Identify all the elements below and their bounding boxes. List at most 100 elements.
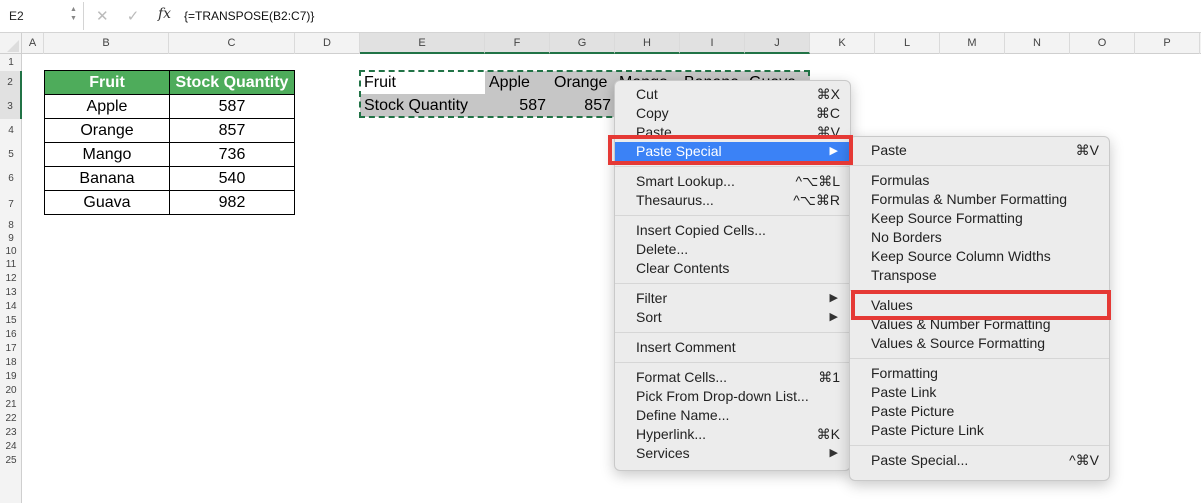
menu-item-paste-picture[interactable]: Paste Picture — [850, 402, 1109, 421]
cell[interactable]: Guava — [44, 190, 170, 215]
row-header-11[interactable]: 11 — [0, 258, 22, 272]
header-cell-stock-quantity[interactable]: Stock Quantity — [169, 70, 295, 95]
row-header-20[interactable]: 20 — [0, 384, 22, 398]
row-header-10[interactable]: 10 — [0, 245, 22, 259]
header-cell-fruit[interactable]: Fruit — [44, 70, 170, 95]
column-header-o[interactable]: O — [1070, 33, 1135, 54]
menu-item-sort[interactable]: Sort ▶ — [615, 308, 850, 327]
column-header-l[interactable]: L — [875, 33, 940, 54]
shortcut-label: ^⌘V — [1069, 452, 1099, 468]
column-header-j[interactable]: J — [745, 33, 810, 54]
row-header-14[interactable]: 14 — [0, 300, 22, 314]
column-header-a[interactable]: A — [22, 33, 44, 54]
row-header-12[interactable]: 12 — [0, 272, 22, 286]
menu-item-paste-picture-link[interactable]: Paste Picture Link — [850, 421, 1109, 440]
menu-item-pick-from-drop-down-list[interactable]: Pick From Drop-down List... — [615, 387, 850, 406]
row-header-13[interactable]: 13 — [0, 286, 22, 300]
row-header-4[interactable]: 4 — [0, 119, 22, 143]
menu-item-no-borders[interactable]: No Borders — [850, 228, 1109, 247]
row-header-24[interactable]: 24 — [0, 440, 22, 454]
menu-item-values-number-formatting[interactable]: Values & Number Formatting — [850, 315, 1109, 334]
row-header-3[interactable]: 3 — [0, 95, 22, 119]
cell[interactable]: 540 — [169, 166, 295, 191]
cell[interactable]: Mango — [44, 142, 170, 167]
menu-item-format-cells[interactable]: Format Cells... ⌘1 — [615, 368, 850, 387]
cell[interactable]: 982 — [169, 190, 295, 215]
row-header-15[interactable]: 15 — [0, 314, 22, 328]
cancel-icon[interactable]: ✕ — [96, 8, 109, 25]
cell[interactable]: Banana — [44, 166, 170, 191]
menu-item-copy[interactable]: Copy ⌘C — [615, 104, 850, 123]
row-header-17[interactable]: 17 — [0, 342, 22, 356]
menu-item-smart-lookup[interactable]: Smart Lookup... ^⌥⌘L — [615, 172, 850, 191]
column-header-d[interactable]: D — [295, 33, 360, 54]
menu-item-values-source-formatting[interactable]: Values & Source Formatting — [850, 334, 1109, 353]
row-header-18[interactable]: 18 — [0, 356, 22, 370]
column-header-b[interactable]: B — [44, 33, 169, 54]
row-header-9[interactable]: 9 — [0, 232, 22, 246]
row-header-7[interactable]: 7 — [0, 191, 22, 219]
column-header-k[interactable]: K — [810, 33, 875, 54]
column-header-c[interactable]: C — [169, 33, 295, 54]
insert-function-icon[interactable]: fx — [158, 6, 171, 22]
row-header-23[interactable]: 23 — [0, 426, 22, 440]
column-header-n[interactable]: N — [1005, 33, 1070, 54]
column-header-e[interactable]: E — [360, 33, 485, 54]
row-header-21[interactable]: 21 — [0, 398, 22, 412]
row-headers: 1 2 3 4 5 6 7 8 9 10 11 12 13 14 15 16 17 18 19 20 21 22 23 24 2… — [0, 54, 22, 503]
menu-item-cut[interactable]: Cut ⌘X — [615, 85, 850, 104]
column-header-p[interactable]: P — [1135, 33, 1200, 54]
enter-icon[interactable]: ✓ — [127, 8, 140, 25]
menu-item-paste[interactable]: Paste ⌘V — [850, 141, 1109, 160]
column-header-h[interactable]: H — [615, 33, 680, 54]
menu-item-formulas-number-formatting[interactable]: Formulas & Number Formatting — [850, 190, 1109, 209]
menu-item-transpose[interactable]: Transpose — [850, 266, 1109, 285]
column-header-g[interactable]: G — [550, 33, 615, 54]
menu-item-insert-comment[interactable]: Insert Comment — [615, 338, 850, 357]
row-header-2[interactable]: 2 — [0, 71, 22, 95]
menu-separator — [850, 165, 1109, 166]
column-header-f[interactable]: F — [485, 33, 550, 54]
cell[interactable]: 587 — [169, 94, 295, 119]
menu-item-filter[interactable]: Filter ▶ — [615, 289, 850, 308]
column-header-i[interactable]: I — [680, 33, 745, 54]
table-row: Banana 540 — [44, 166, 295, 191]
cell[interactable]: 857 — [169, 118, 295, 143]
select-all-button[interactable] — [0, 33, 22, 54]
cell[interactable]: 736 — [169, 142, 295, 167]
menu-item-formatting[interactable]: Formatting — [850, 364, 1109, 383]
cell[interactable]: Orange — [44, 118, 170, 143]
menu-item-services[interactable]: Services ▶ — [615, 444, 850, 463]
menu-item-keep-source-formatting[interactable]: Keep Source Formatting — [850, 209, 1109, 228]
menu-item-paste-link[interactable]: Paste Link — [850, 383, 1109, 402]
menu-item-define-name[interactable]: Define Name... — [615, 406, 850, 425]
menu-item-formulas[interactable]: Formulas — [850, 171, 1109, 190]
row-header-25[interactable]: 25 — [0, 454, 22, 468]
menu-item-values[interactable]: Values — [850, 296, 1109, 315]
menu-item-label: Delete... — [636, 241, 689, 257]
column-header-m[interactable]: M — [940, 33, 1005, 54]
row-header-22[interactable]: 22 — [0, 412, 22, 426]
menu-item-keep-source-column-widths[interactable]: Keep Source Column Widths — [850, 247, 1109, 266]
row-header-19[interactable]: 19 — [0, 370, 22, 384]
row-header-6[interactable]: 6 — [0, 167, 22, 191]
menu-item-paste[interactable]: Paste ⌘V — [615, 123, 850, 142]
submenu-arrow-icon: ▶ — [829, 311, 838, 323]
menu-item-paste-special[interactable]: Paste Special... ^⌘V — [850, 451, 1109, 470]
row-header-1[interactable]: 1 — [0, 54, 22, 71]
row-header-8[interactable]: 8 — [0, 219, 22, 233]
menu-item-label: Paste Special... — [871, 452, 969, 468]
menu-item-thesaurus[interactable]: Thesaurus... ^⌥⌘R — [615, 191, 850, 210]
name-box-stepper-icon[interactable]: ▲ ▼ — [70, 5, 77, 23]
row-header-16[interactable]: 16 — [0, 328, 22, 342]
menu-item-paste-special[interactable]: Paste Special ▶ — [615, 142, 850, 161]
formula-input[interactable]: {=TRANSPOSE(B2:C7)} — [184, 9, 314, 23]
menu-item-delete[interactable]: Delete... — [615, 240, 850, 259]
menu-item-hyperlink[interactable]: Hyperlink... ⌘K — [615, 425, 850, 444]
menu-item-clear-contents[interactable]: Clear Contents — [615, 259, 850, 278]
menu-item-insert-copied-cells[interactable]: Insert Copied Cells... — [615, 221, 850, 240]
menu-item-label: Filter — [636, 290, 668, 306]
cell[interactable]: Apple — [44, 94, 170, 119]
row-header-5[interactable]: 5 — [0, 143, 22, 167]
menu-separator — [850, 358, 1109, 359]
